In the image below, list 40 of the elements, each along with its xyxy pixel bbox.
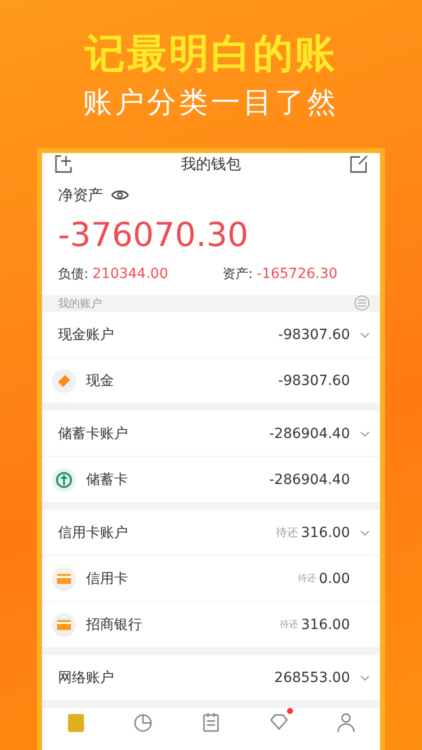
header-title: 我的钱包 (181, 154, 241, 174)
assets-label: 资产: (222, 266, 253, 283)
assets-amount: -165726.30 (256, 266, 338, 282)
account-amount: -98307.60 (278, 372, 350, 388)
card-icon (52, 612, 76, 636)
chevron-down-icon[interactable] (360, 430, 370, 436)
group-amount: -286904.40 (269, 426, 350, 442)
eye-icon[interactable] (111, 189, 129, 202)
group-name: 现金账户 (58, 326, 115, 344)
due-label: 待还 (280, 618, 298, 631)
bank-logo-icon (52, 468, 76, 492)
account-name[interactable]: 储蓄卡 (86, 470, 270, 488)
due-label: 待还 (298, 572, 316, 585)
account-name[interactable]: 现金 (86, 372, 278, 390)
headline: 记最明白的账 (85, 30, 337, 78)
liabilities-amount: 210344.00 (92, 266, 170, 282)
account-amount: 0.00 (318, 570, 350, 586)
add-icon[interactable] (54, 155, 72, 174)
edit-icon[interactable] (350, 155, 368, 174)
group-name: 网络账户 (58, 668, 115, 686)
chevron-down-icon[interactable] (360, 332, 370, 338)
liabilities-label: 负债: (58, 266, 88, 283)
subheadline: 账户分类一目了然 (83, 84, 339, 120)
group-name: 信用卡账户 (58, 524, 129, 542)
group-amount: -98307.60 (278, 326, 350, 342)
net-assets-amount: -376070.30 (58, 214, 250, 255)
chevron-down-icon[interactable] (360, 530, 370, 536)
net-assets-label: 净资产 (58, 186, 103, 205)
group-amount: 268553.00 (274, 670, 350, 686)
chevron-down-icon[interactable] (360, 674, 370, 680)
group-amount: 316.00 (301, 524, 350, 540)
group-name: 储蓄卡账户 (58, 424, 129, 442)
section-label: 我的账户 (58, 296, 102, 311)
account-amount: 316.00 (301, 616, 350, 632)
account-amount: -286904.40 (269, 472, 350, 488)
account-name[interactable]: 信用卡 (86, 570, 298, 588)
account-name[interactable]: 招商银行 (86, 616, 280, 634)
card-icon (52, 566, 76, 590)
list-icon[interactable] (354, 295, 370, 312)
due-label: 待还 (276, 525, 298, 540)
